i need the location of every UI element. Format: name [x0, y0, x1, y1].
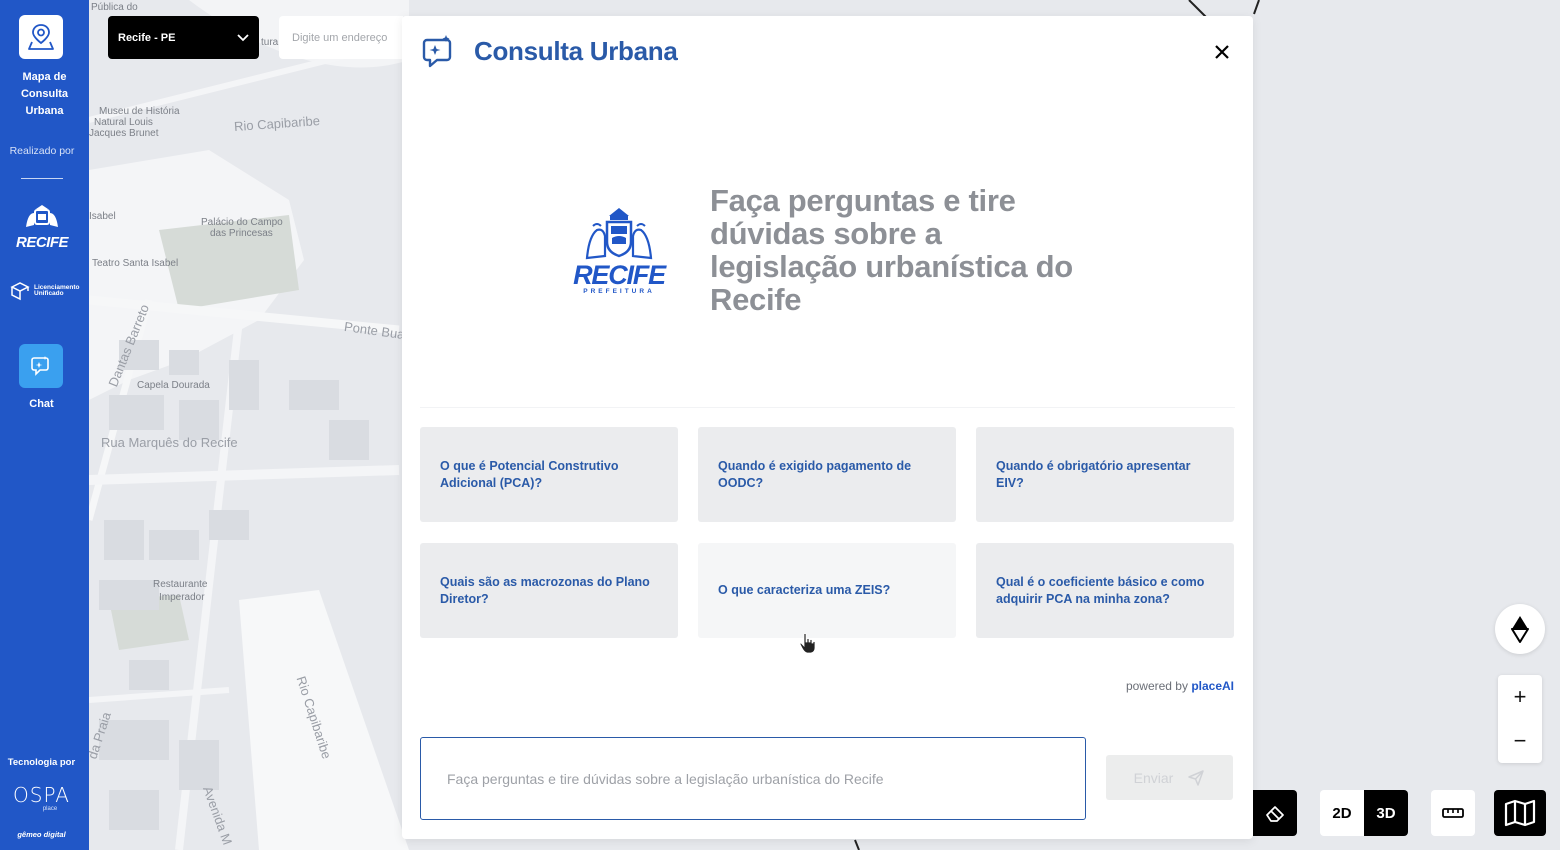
- gemeo-digital-label: gêmeo digital: [17, 830, 66, 839]
- hand-cursor-icon: [799, 633, 816, 654]
- compass-icon: [1511, 616, 1529, 643]
- map-label: Isabel: [89, 211, 116, 222]
- licenciamento-icon: [10, 282, 30, 301]
- zoom-in-button[interactable]: +: [1498, 675, 1542, 719]
- prefeitura-recife-logo: RECIFE PREFEITURA: [573, 206, 666, 298]
- suggestion-card[interactable]: O que é Potencial Construtivo Adicional …: [420, 427, 678, 522]
- sidebar: Mapa de Consulta Urbana Realizado por RE…: [0, 0, 89, 850]
- modal-title: Consulta Urbana: [474, 36, 678, 66]
- sidebar-divider: [21, 178, 63, 179]
- map-label: tura: [261, 37, 279, 48]
- ospa-logo: OSPA: [13, 783, 70, 807]
- map-label: Capela Dourada: [137, 380, 210, 391]
- recife-logo-text: RECIFE: [15, 234, 69, 251]
- ospa-sub-label: place: [42, 806, 58, 812]
- suggestion-card[interactable]: Quais são as macrozonas do Plano Diretor…: [420, 543, 678, 638]
- licenciamento-logo: Licenciamento Unificado: [8, 279, 86, 303]
- chat-button[interactable]: [19, 344, 63, 388]
- realizado-por-label: Realizado por: [9, 145, 75, 157]
- map-label: Jacques Brunet: [89, 128, 159, 139]
- chevron-down-icon: [237, 33, 249, 41]
- address-search-input[interactable]: [279, 16, 403, 59]
- map-label: Pública do: [91, 2, 138, 13]
- close-icon: [1215, 45, 1229, 59]
- recife-logo: RECIFE: [14, 203, 70, 261]
- layer-button[interactable]: [1253, 790, 1297, 836]
- suggestion-card[interactable]: Quando é obrigatório apresentar EIV?: [976, 427, 1234, 522]
- suggestion-card[interactable]: O que caracteriza uma ZEIS?: [698, 543, 956, 638]
- send-button[interactable]: Enviar: [1106, 755, 1233, 800]
- map-label: Teatro Santa Isabel: [92, 258, 179, 269]
- map-label: Rua Marquês do Recife: [101, 435, 238, 450]
- powered-brand[interactable]: placeAI: [1191, 679, 1234, 693]
- map-label: Palácio do Campo: [201, 217, 283, 228]
- app-title: Mapa de Consulta Urbana: [20, 71, 69, 117]
- close-button[interactable]: [1210, 40, 1234, 64]
- app-logo[interactable]: [19, 15, 63, 59]
- section-divider: [420, 407, 1235, 408]
- powered-by: powered by placeAI: [1126, 679, 1234, 693]
- basemap-button[interactable]: [1494, 790, 1546, 836]
- suggestion-card[interactable]: Quando é exigido pagamento de OODC?: [698, 427, 956, 522]
- zoom-out-button[interactable]: −: [1498, 719, 1542, 763]
- map-label: Imperador: [159, 592, 205, 603]
- measure-button[interactable]: [1431, 790, 1475, 836]
- eraser-icon: [1266, 806, 1284, 822]
- recife-crest-icon: [585, 208, 653, 260]
- city-select[interactable]: Recife - PE: [108, 16, 259, 59]
- map-label: Restaurante: [153, 579, 208, 590]
- chat-question-input[interactable]: [420, 737, 1086, 820]
- map-label: Museu de História: [99, 106, 180, 117]
- licenciamento-subtext: Unificado: [34, 290, 64, 297]
- ruler-icon: [1442, 808, 1464, 818]
- map-pin-icon: [28, 24, 54, 50]
- consulta-urbana-modal: Consulta Urbana RECIFE PREFEITURA Faça p…: [402, 16, 1253, 839]
- view-2d-button[interactable]: 2D: [1320, 790, 1364, 836]
- ai-chat-icon: [422, 35, 452, 68]
- suggestion-card[interactable]: Qual é o coeficiente básico e como adqui…: [976, 543, 1234, 638]
- powered-prefix: powered by: [1125, 679, 1192, 693]
- map-label: das Princesas: [210, 228, 273, 239]
- logo-prefeitura-text: PREFEITURA: [583, 288, 655, 295]
- recife-crest-icon: [26, 205, 58, 227]
- logo-recife-text: RECIFE: [573, 260, 666, 290]
- compass-button[interactable]: [1495, 604, 1545, 654]
- hero-heading: Faça perguntas e tire dúvidas sobre a le…: [710, 183, 1073, 317]
- send-icon: [1188, 769, 1205, 786]
- zoom-controls: + −: [1498, 675, 1542, 763]
- tecnologia-label: Tecnologia por: [7, 757, 76, 768]
- send-label: Enviar: [1133, 769, 1174, 786]
- view-3d-button[interactable]: 3D: [1364, 790, 1408, 836]
- suggestion-grid: O que é Potencial Construtivo Adicional …: [420, 427, 1234, 638]
- map-icon: [1504, 799, 1536, 827]
- city-select-value: Recife - PE: [118, 31, 176, 44]
- chat-label: Chat: [29, 398, 54, 410]
- map-label: Natural Louis: [94, 117, 153, 128]
- ai-chat-icon: [31, 356, 49, 376]
